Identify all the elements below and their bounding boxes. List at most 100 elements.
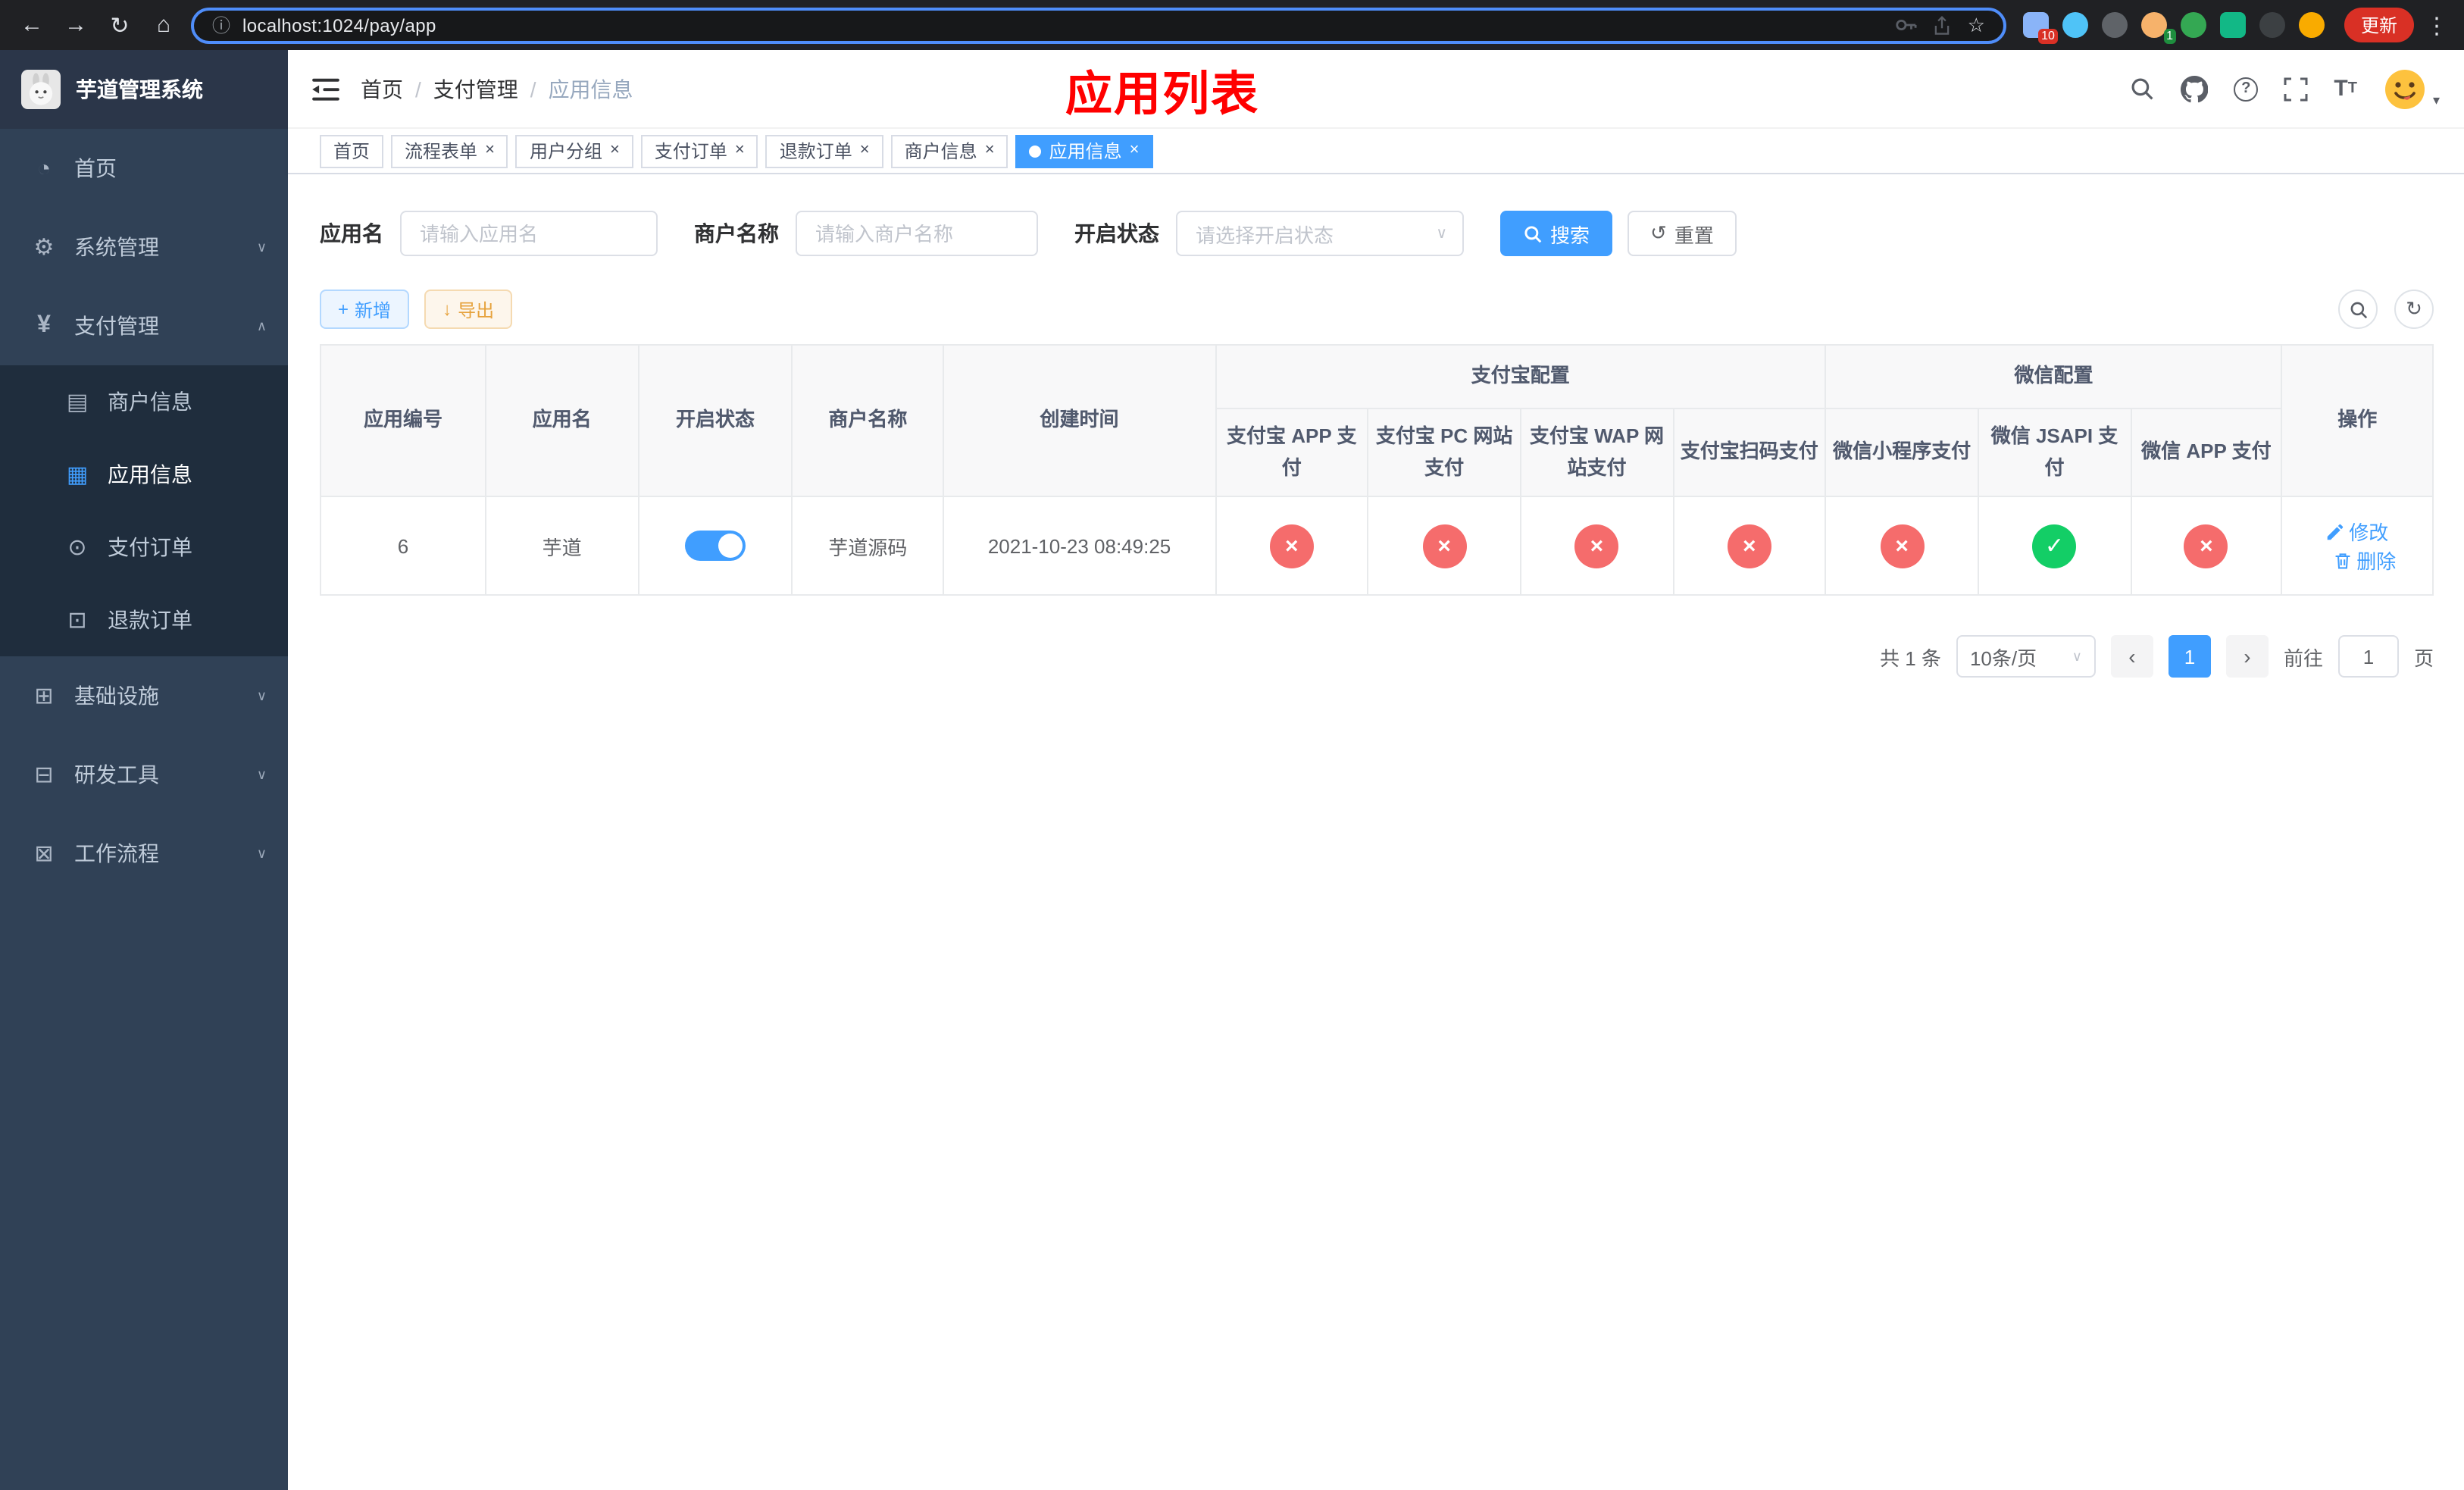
profile-avatar-icon[interactable] [2298, 12, 2325, 38]
browser-menu-icon[interactable]: ⋮ [2425, 11, 2449, 39]
breadcrumb-separator: / [415, 77, 421, 101]
search-icon[interactable] [2129, 76, 2155, 102]
download-icon: ↓ [442, 299, 452, 320]
delete-link[interactable]: 删除 [2334, 546, 2396, 575]
github-icon[interactable] [2181, 75, 2209, 102]
cell-app-name: 芋道 [484, 496, 639, 596]
close-icon[interactable]: × [985, 142, 995, 159]
extensions-pin-icon[interactable] [2259, 12, 2285, 38]
sidebar-item-app-info[interactable]: ▦ 应用信息 [0, 438, 288, 511]
caret-down-icon: ▾ [2432, 92, 2440, 107]
user-menu[interactable]: ▾ [2382, 66, 2440, 111]
extension-icon[interactable] [2062, 12, 2088, 38]
sidebar-fold-icon[interactable] [312, 77, 339, 101]
reset-button[interactable]: ↺ 重置 [1628, 211, 1737, 256]
fullscreen-icon[interactable] [2284, 77, 2308, 101]
refresh-icon: ↻ [2406, 297, 2422, 320]
extensions-row: 10 1 [2022, 12, 2325, 44]
tab-app-info[interactable]: 应用信息 × [1015, 134, 1153, 167]
sidebar-item-workflow[interactable]: ⊠ 工作流程 ∨ [0, 814, 288, 893]
total-count: 共 1 条 [1880, 646, 1941, 670]
browser-forward-icon[interactable]: → [59, 8, 92, 42]
extension-icon[interactable]: 1 [2140, 12, 2176, 44]
chevron-down-icon: ∨ [2072, 648, 2082, 664]
app-logo-row[interactable]: 芋道管理系统 [0, 50, 288, 129]
font-size-icon[interactable]: TT [2334, 77, 2357, 100]
tab-pay-order[interactable]: 支付订单 × [640, 134, 758, 167]
sidebar-item-merchant-info[interactable]: ▤ 商户信息 [0, 365, 288, 438]
status-toggle[interactable] [684, 531, 746, 562]
toolbox-icon: ⊟ [34, 762, 54, 788]
tab-user-group[interactable]: 用户分组 × [515, 134, 633, 167]
breadcrumb-home[interactable]: 首页 [361, 74, 403, 104]
col-wechat-jsapi: 微信 JSAPI 支付 [1977, 407, 2132, 498]
page-number-1[interactable]: 1 [2168, 635, 2211, 678]
bookmark-star-icon[interactable]: ☆ [1968, 13, 1985, 37]
sidebar-item-devtools[interactable]: ⊟ 研发工具 ∨ [0, 735, 288, 814]
address-bar[interactable]: ⓘ localhost:1024/pay/app ☆ [191, 7, 2006, 43]
close-icon[interactable]: × [1130, 142, 1140, 159]
alipay-qr-status-icon: × [1727, 524, 1771, 568]
sidebar-item-home[interactable]: ◔ 首页 [0, 129, 288, 208]
page-size-select[interactable]: 10条/页 ∨ [1956, 635, 2096, 678]
add-button[interactable]: + 新增 [320, 290, 410, 329]
chevron-down-icon: ∨ [256, 239, 267, 254]
breadcrumb-payment[interactable]: 支付管理 [433, 74, 518, 104]
tab-process-form[interactable]: 流程表单 × [391, 134, 508, 167]
browser-reload-icon[interactable]: ↻ [103, 8, 136, 42]
order-icon: ⊙ [67, 535, 87, 561]
chevron-up-icon: ∧ [256, 318, 267, 333]
sidebar: 芋道管理系统 ◔ 首页 ⚙ 系统管理 ∨ ¥ 支付管理 ∧ ▤ 商户信息 ▦ 应… [0, 50, 288, 1490]
toggle-search-button[interactable] [2338, 290, 2378, 329]
sidebar-item-system[interactable]: ⚙ 系统管理 ∨ [0, 208, 288, 286]
goto-label: 前往 [2283, 646, 2323, 670]
extension-icon[interactable] [2180, 12, 2206, 38]
browser-back-icon[interactable]: ← [15, 8, 48, 42]
sidebar-item-refund-order[interactable]: ⊡ 退款订单 [0, 584, 288, 656]
url-text[interactable]: localhost:1024/pay/app [242, 14, 1883, 36]
cell-create-time: 2021-10-23 08:49:25 [942, 496, 1217, 596]
reset-icon: ↺ [1650, 221, 1667, 244]
extension-icon[interactable]: 10 [2022, 12, 2058, 44]
goto-page-input[interactable] [2337, 635, 2399, 678]
close-icon[interactable]: × [735, 142, 745, 159]
next-page-button[interactable]: › [2225, 635, 2269, 678]
extension-badge: 1 [2163, 29, 2176, 44]
extension-icon[interactable] [2101, 12, 2128, 38]
sidebar-item-infra[interactable]: ⊞ 基础设施 ∨ [0, 656, 288, 735]
plus-icon: + [338, 299, 349, 320]
chrome-update-button[interactable]: 更新 [2344, 8, 2414, 42]
sidebar-item-pay-order[interactable]: ⊙ 支付订单 [0, 511, 288, 584]
browser-home-icon[interactable]: ⌂ [147, 8, 180, 42]
wechat-jsapi-status-icon: ✓ [2032, 524, 2077, 568]
close-icon[interactable]: × [485, 142, 495, 159]
close-icon[interactable]: × [860, 142, 870, 159]
sidebar-item-payment[interactable]: ¥ 支付管理 ∧ [0, 286, 288, 365]
extension-icon[interactable] [2219, 12, 2246, 38]
tab-merchant-info[interactable]: 商户信息 × [890, 134, 1008, 167]
avatar [2382, 66, 2428, 111]
close-icon[interactable]: × [610, 142, 620, 159]
col-actions: 操作 [2281, 343, 2434, 498]
password-key-icon[interactable] [1895, 14, 1918, 36]
prev-page-button[interactable]: ‹ [2110, 635, 2153, 678]
export-button[interactable]: ↓ 导出 [424, 290, 513, 329]
tab-refund-order[interactable]: 退款订单 × [765, 134, 883, 167]
chevron-down-icon: ∨ [256, 687, 267, 703]
help-icon[interactable]: ? [2234, 77, 2259, 101]
col-alipay-qr: 支付宝扫码支付 [1672, 407, 1827, 498]
edit-link[interactable]: 修改 [2326, 518, 2388, 546]
status-select[interactable]: 请选择开启状态 ∨ [1176, 211, 1464, 256]
table-row: 6 芋道 芋道源码 2021-10-23 08:49:25 × × × × × [320, 496, 2434, 596]
share-icon[interactable] [1933, 14, 1953, 36]
site-info-icon[interactable]: ⓘ [212, 12, 230, 38]
tab-home[interactable]: 首页 [320, 134, 384, 167]
refresh-button[interactable]: ↻ [2394, 290, 2434, 329]
merchant-name-input[interactable] [796, 211, 1038, 256]
app-name-input[interactable] [400, 211, 658, 256]
extension-badge: 10 [2038, 29, 2058, 44]
page-content: 应用名 商户名称 开启状态 请选择开启状态 ∨ [288, 174, 2464, 1490]
yen-icon: ¥ [37, 312, 51, 338]
col-status: 开启状态 [637, 343, 793, 498]
search-button[interactable]: 搜索 [1500, 211, 1613, 256]
